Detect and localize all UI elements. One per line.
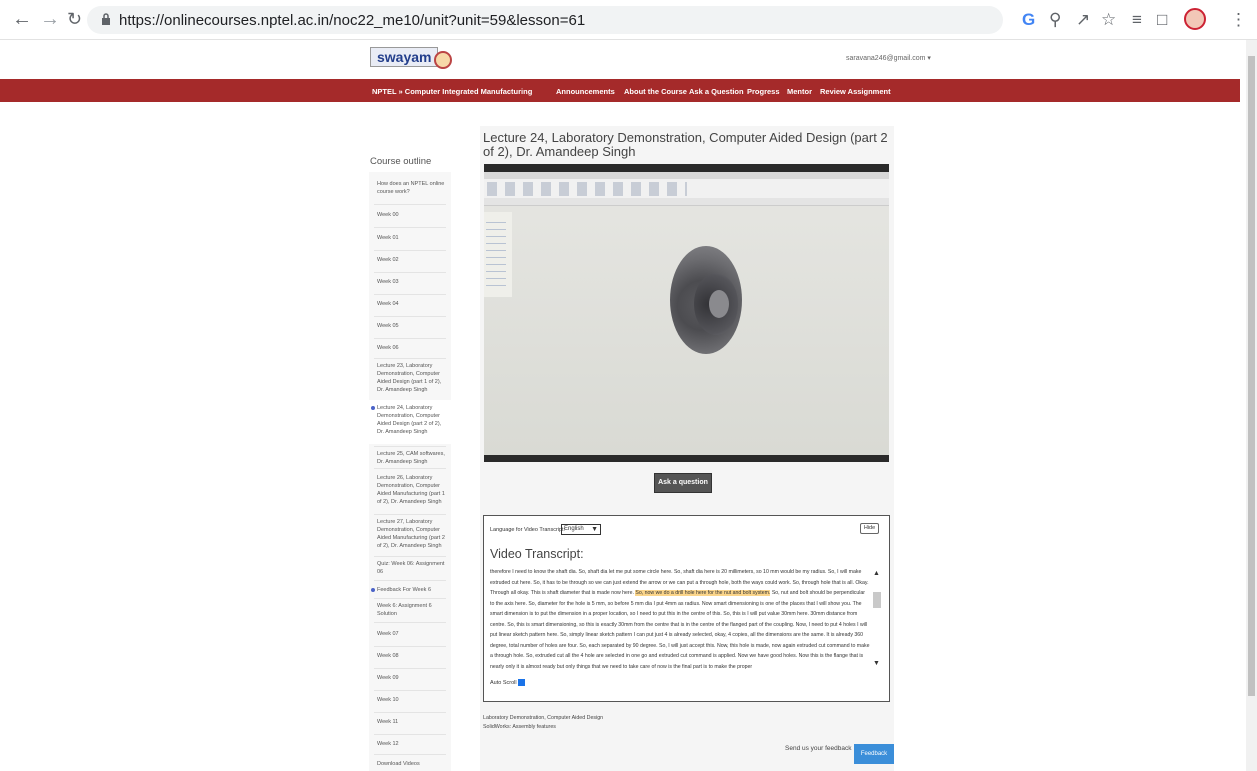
sidebar-item-lecture-24[interactable]: Lecture 24, Laboratory Demonstration, Co…: [371, 404, 449, 436]
nav-announcements[interactable]: Announcements: [556, 87, 615, 96]
course-outline-title: Course outline: [370, 156, 432, 167]
scroll-up-icon[interactable]: ▲: [873, 570, 880, 577]
send-feedback-label: Send us your feedback: [785, 745, 852, 752]
user-email-dropdown[interactable]: saravana246@gmail.com ▾: [846, 54, 931, 62]
transcript-panel: Language for Video Transcript: English ▼ …: [483, 515, 890, 702]
nav-about-course[interactable]: About the Course: [624, 87, 687, 96]
hide-transcript-button[interactable]: Hide: [860, 523, 879, 534]
sidebar-item-week-05[interactable]: Week 05: [377, 322, 449, 330]
sidebar-item-week-02[interactable]: Week 02: [377, 256, 449, 264]
page-scrollbar[interactable]: [1246, 40, 1257, 771]
flange-bore: [709, 290, 729, 318]
language-label: Language for Video Transcript:: [490, 527, 566, 533]
zoom-icon[interactable]: ⚲: [1049, 10, 1061, 30]
sidebar-item-download-videos[interactable]: Download Videos: [377, 760, 449, 768]
lesson-tag-line: Laboratory Demonstration, Computer Aided…: [483, 715, 604, 721]
nav-ask-question[interactable]: Ask a Question: [689, 87, 744, 96]
transcript-heading: Video Transcript:: [490, 547, 584, 561]
sidebar-item-week-07[interactable]: Week 07: [377, 630, 449, 638]
highlighted-sentence: So, now we do a drill hole here for the …: [635, 590, 771, 596]
cad-toolbar-image: [484, 172, 889, 206]
sidebar-item-week-04[interactable]: Week 04: [377, 300, 449, 308]
sidebar-item-feedback-week-6[interactable]: Feedback For Week 6: [371, 586, 449, 594]
url-text: https://onlinecourses.nptel.ac.in/noc22_…: [119, 12, 586, 29]
lock-icon: [102, 13, 110, 25]
breadcrumb[interactable]: NPTEL » Computer Integrated Manufacturin…: [372, 87, 532, 96]
sidebar-item-week-09[interactable]: Week 09: [377, 674, 449, 682]
sidebar-item-week-11[interactable]: Week 11: [377, 718, 449, 726]
auto-scroll-toggle[interactable]: Auto Scroll: [490, 679, 525, 686]
ask-question-button[interactable]: Ask a question: [654, 473, 712, 493]
nav-mentor[interactable]: Mentor: [787, 87, 812, 96]
feedback-dot-icon: [371, 588, 375, 592]
sidebar-item-week-12[interactable]: Week 12: [377, 740, 449, 748]
sidebar-item-week-10[interactable]: Week 10: [377, 696, 449, 704]
scroll-down-icon[interactable]: ▼: [873, 660, 880, 667]
browser-toolbar: ← → ↻ https://onlinecourses.nptel.ac.in/…: [0, 0, 1257, 40]
sidebar-item-week-08[interactable]: Week 08: [377, 652, 449, 660]
sidebar-item-lecture-27[interactable]: Lecture 27, Laboratory Demonstration, Co…: [377, 518, 449, 550]
lesson-tags: Laboratory Demonstration, Computer Aided…: [483, 714, 603, 732]
sidebar-item-lecture-23[interactable]: Lecture 23, Laboratory Demonstration, Co…: [377, 362, 449, 394]
address-bar[interactable]: https://onlinecourses.nptel.ac.in/noc22_…: [87, 6, 1003, 34]
lesson-tag-line: SolidWorks: Assembly features: [483, 724, 556, 730]
sidebar-item-lecture-26[interactable]: Lecture 26, Laboratory Demonstration, Co…: [377, 474, 449, 506]
current-item-dot-icon: [371, 406, 375, 410]
nav-progress[interactable]: Progress: [747, 87, 780, 96]
sidebar-item-week-06[interactable]: Week 06: [377, 344, 449, 352]
language-select[interactable]: English ▼: [561, 524, 601, 535]
transcript-scrollbar[interactable]: ▲ ▼: [871, 570, 882, 674]
google-icon[interactable]: G: [1022, 10, 1035, 30]
sidebar-item-week-00[interactable]: Week 00: [377, 211, 449, 219]
sidebar-item-week-01[interactable]: Week 01: [377, 234, 449, 242]
cad-screen-recording: [484, 172, 889, 455]
scroll-thumb[interactable]: [873, 592, 881, 608]
cad-feature-tree: [484, 212, 512, 297]
sidebar-item-quiz-week-06[interactable]: Quiz: Week 06: Assignment 06: [377, 560, 449, 576]
nav-review-assignment[interactable]: Review Assignment: [820, 87, 891, 96]
reload-icon[interactable]: ↻: [67, 9, 82, 29]
bookmark-star-icon[interactable]: ☆: [1101, 10, 1116, 30]
feedback-button[interactable]: Feedback: [854, 744, 894, 764]
site-logo[interactable]: swayam: [370, 47, 452, 69]
checkbox-checked-icon[interactable]: [517, 679, 525, 686]
reading-list-icon[interactable]: ≡: [1132, 10, 1142, 30]
chevron-down-icon: ▼: [591, 526, 598, 533]
sidebar-item-lecture-25[interactable]: Lecture 25, CAM softwares, Dr. Amandeep …: [377, 450, 449, 466]
page-title: Lecture 24, Laboratory Demonstration, Co…: [483, 130, 888, 159]
forward-arrow-icon[interactable]: →: [40, 9, 60, 29]
share-icon[interactable]: ↗: [1076, 10, 1090, 30]
profile-avatar[interactable]: [1184, 8, 1206, 30]
transcript-text[interactable]: therefore I need to know the shaft dia. …: [490, 567, 870, 674]
top-navigation: NPTEL » Computer Integrated Manufacturin…: [0, 79, 1240, 102]
video-player[interactable]: [484, 164, 889, 462]
page-scroll-thumb[interactable]: [1248, 56, 1255, 696]
sidebar-item-week-03[interactable]: Week 03: [377, 278, 449, 286]
back-arrow-icon[interactable]: ←: [12, 9, 32, 29]
sidebar-item-assignment-solution[interactable]: Week 6: Assignment 6 Solution: [377, 602, 449, 618]
swayam-logo[interactable]: swayam: [370, 47, 439, 67]
emblem-icon: [434, 51, 452, 69]
menu-dots-icon[interactable]: ⋮: [1230, 10, 1247, 30]
side-panel-icon[interactable]: □: [1157, 10, 1167, 30]
sidebar-item-how-it-works[interactable]: How does an NPTEL online course work?: [377, 180, 449, 196]
course-outline-sidebar: How does an NPTEL online course work? We…: [369, 172, 451, 771]
